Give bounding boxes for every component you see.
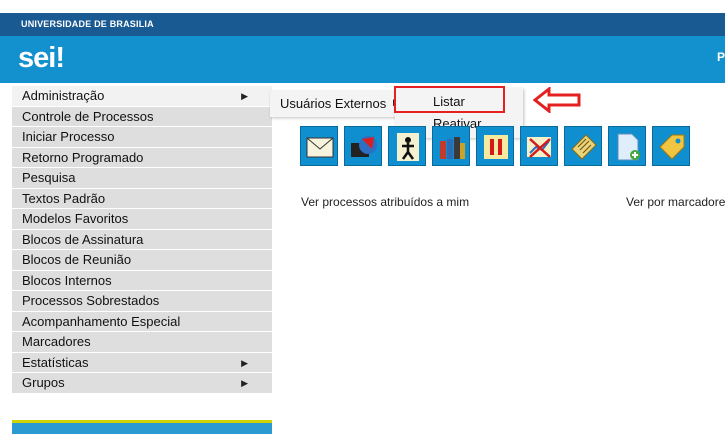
brand-bar: sei! P [0, 36, 725, 83]
menu-item-label: Administração [22, 88, 105, 103]
top-gap [0, 0, 725, 13]
chevron-right-icon: ▶ [241, 357, 248, 368]
menu-item-blocos-assinatura[interactable]: Blocos de Assinatura [12, 229, 272, 250]
header-right-text[interactable]: P [717, 50, 725, 64]
tag-icon[interactable] [652, 126, 690, 166]
menu-item-label: Estatísticas [22, 354, 89, 370]
highlight-box [394, 86, 505, 113]
assigned-processes-link[interactable]: Ver processos atribuídos a mim [301, 195, 469, 209]
menu-item-label: Grupos [22, 375, 65, 390]
menu-item-iniciar-processo[interactable]: Iniciar Processo [12, 127, 272, 148]
menu-item-processos-sobrestados[interactable]: Processos Sobrestados [12, 291, 272, 312]
menu-item-label: Blocos Internos [22, 272, 112, 288]
sei-logo[interactable]: sei! [18, 42, 65, 75]
pause-icon[interactable] [476, 126, 514, 166]
menu-item-modelos-favoritos[interactable]: Modelos Favoritos [12, 209, 272, 230]
menu-item-label: Processos Sobrestados [22, 293, 160, 308]
assign-user-icon[interactable] [388, 126, 426, 166]
markers-link[interactable]: Ver por marcadores [626, 195, 725, 209]
menu-item-label: Blocos de Reunião [22, 252, 132, 267]
menu-item-retorno-programado[interactable]: Retorno Programado [12, 147, 272, 168]
menu-item-label: Acompanhamento Especial [22, 313, 181, 329]
menu-item-label: Textos Padrão [22, 190, 106, 206]
menu-item-label: Blocos de Assinatura [22, 231, 144, 247]
menu-item-estatisticas[interactable]: Estatísticas ▶ [12, 352, 272, 373]
chart-cancel-icon[interactable] [520, 126, 558, 166]
menu-item-label: Retorno Programado [22, 149, 144, 165]
menu-item-blocos-internos[interactable]: Blocos Internos [12, 270, 272, 291]
menu-item-acompanhamento-especial[interactable]: Acompanhamento Especial [12, 311, 272, 332]
menu-item-pesquisa[interactable]: Pesquisa [12, 168, 272, 189]
menu-item-label: Modelos Favoritos [22, 211, 129, 226]
institution-name: UNIVERSIDADE DE BRASILIA [21, 19, 154, 29]
email-icon[interactable] [300, 126, 338, 166]
menu-item-textos-padrao[interactable]: Textos Padrão [12, 188, 272, 209]
institution-bar: UNIVERSIDADE DE BRASILIA [0, 13, 725, 36]
new-document-icon[interactable] [608, 126, 646, 166]
left-arrow-icon [533, 87, 581, 113]
chevron-right-icon: ▶ [241, 91, 248, 101]
menu-item-label: Iniciar Processo [22, 129, 115, 144]
menu-item-label: Controle de Processos [22, 108, 154, 124]
menu-item-marcadores[interactable]: Marcadores [12, 332, 272, 353]
menu-item-blocos-reuniao[interactable]: Blocos de Reunião [12, 250, 272, 271]
books-icon[interactable] [432, 126, 470, 166]
menu-item-label: Marcadores [22, 334, 91, 349]
notes-icon[interactable] [564, 126, 602, 166]
main-menu: Administração ▶ Controle de Processos In… [12, 86, 272, 394]
send-process-icon[interactable] [344, 126, 382, 166]
menu-item-administracao[interactable]: Administração ▶ [12, 86, 272, 107]
chevron-right-icon: ▶ [241, 378, 248, 388]
menu-item-controle-processos[interactable]: Controle de Processos [12, 106, 272, 127]
submenu-usuarios-externos[interactable]: Usuários Externos ▶ [270, 91, 400, 117]
menu-item-label: Pesquisa [22, 170, 76, 185]
submenu-label: Usuários Externos [280, 96, 387, 111]
menu-footer-strip [12, 420, 272, 434]
menu-item-grupos[interactable]: Grupos ▶ [12, 373, 272, 394]
